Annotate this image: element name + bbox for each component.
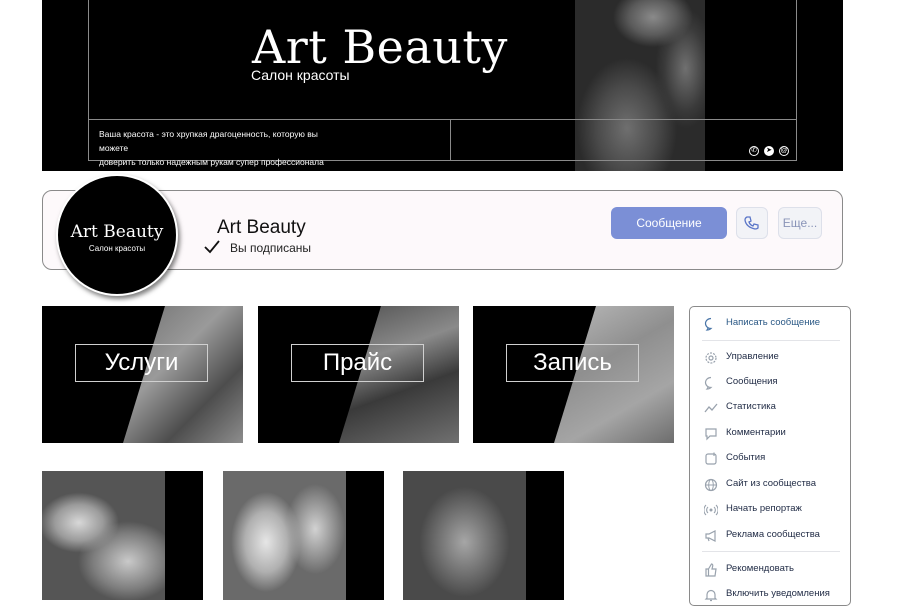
menu-item-label: Включить уведомления [726, 588, 830, 599]
cover-subtitle: Салон красоты [251, 67, 350, 83]
avatar-subtitle: Салон красоты [88, 244, 146, 253]
manicure-photo[interactable] [42, 471, 203, 600]
avatar-title: Art Beauty [70, 222, 164, 242]
phone-icon[interactable]: ✆ [749, 146, 759, 156]
more-button[interactable]: Еще... [778, 207, 822, 239]
gear-icon [705, 352, 717, 364]
action-menu: Написать сообщение Управление Сообщения … [689, 306, 851, 606]
tile-label: Прайс [291, 344, 424, 382]
menu-item-label: Реклама сообщества [726, 529, 820, 540]
menu-item-label: Рекомендовать [726, 563, 794, 574]
menu-item-label: Написать сообщение [726, 317, 821, 328]
tile-booking[interactable]: Запись [473, 306, 674, 443]
tile-price[interactable]: Прайс [258, 306, 459, 443]
menu-item-label: Управление [726, 351, 779, 362]
menu-item-broadcast[interactable]: Начать репортаж [690, 499, 850, 521]
menu-item-messages[interactable]: Сообщения [690, 372, 850, 394]
message-button[interactable]: Сообщение [611, 207, 727, 239]
comment-icon [705, 428, 717, 441]
menu-divider [702, 340, 840, 341]
tile-label: Услуги [75, 344, 208, 382]
cover-divider [450, 119, 451, 161]
menu-item-site[interactable]: Сайт из сообщества [690, 474, 850, 496]
tile-services[interactable]: Услуги [42, 306, 243, 443]
megaphone-icon [705, 530, 716, 542]
menu-item-label: События [726, 452, 766, 463]
stats-icon [704, 403, 718, 413]
cover-banner: Art Beauty Салон красоты Ваша красота - … [42, 0, 843, 171]
menu-item-recommend[interactable]: Рекомендовать [690, 559, 850, 581]
menu-item-write-message[interactable]: Написать сообщение [690, 313, 850, 335]
menu-item-label: Сообщения [726, 376, 778, 387]
telegram-icon[interactable]: ➤ [764, 146, 774, 156]
photo [42, 471, 165, 600]
tile-label: Запись [506, 344, 639, 382]
email-icon[interactable]: @ [779, 146, 789, 156]
pedicure-photo[interactable] [223, 471, 384, 600]
like-icon [705, 563, 717, 577]
chat-icon [704, 376, 713, 390]
cover-tagline-line: доверить только надежным рукам супер про… [99, 157, 324, 167]
call-button[interactable] [736, 207, 768, 239]
photo [223, 471, 346, 600]
menu-item-events[interactable]: События [690, 448, 850, 470]
menu-item-ads[interactable]: Реклама сообщества [690, 525, 850, 547]
menu-item-comments[interactable]: Комментарии [690, 423, 850, 445]
nails-photo[interactable] [403, 471, 564, 600]
broadcast-icon [704, 504, 718, 516]
menu-item-label: Сайт из сообщества [726, 478, 817, 489]
phone-icon [744, 216, 759, 230]
globe-icon [704, 478, 718, 492]
cover-title: Art Beauty [252, 20, 508, 74]
message-icon [704, 317, 713, 331]
events-icon [705, 452, 717, 465]
menu-item-notifications[interactable]: Включить уведомления [690, 584, 850, 606]
avatar[interactable]: Art Beauty Салон красоты [56, 174, 178, 296]
menu-item-label: Комментарии [726, 427, 786, 438]
menu-item-statistics[interactable]: Статистика [690, 397, 850, 419]
cover-divider [88, 119, 797, 120]
community-name: Art Beauty [217, 217, 306, 238]
cover-tagline: Ваша красота - это хрупкая драгоценность… [99, 127, 339, 169]
check-icon [204, 240, 220, 254]
menu-item-label: Начать репортаж [726, 503, 802, 514]
photo [403, 471, 526, 600]
cover-tagline-line: Ваша красота - это хрупкая драгоценность… [99, 129, 318, 153]
subscription-status[interactable]: Вы подписаны [230, 241, 311, 255]
menu-divider [702, 551, 840, 552]
menu-item-label: Статистика [726, 401, 776, 412]
menu-item-manage[interactable]: Управление [690, 347, 850, 369]
